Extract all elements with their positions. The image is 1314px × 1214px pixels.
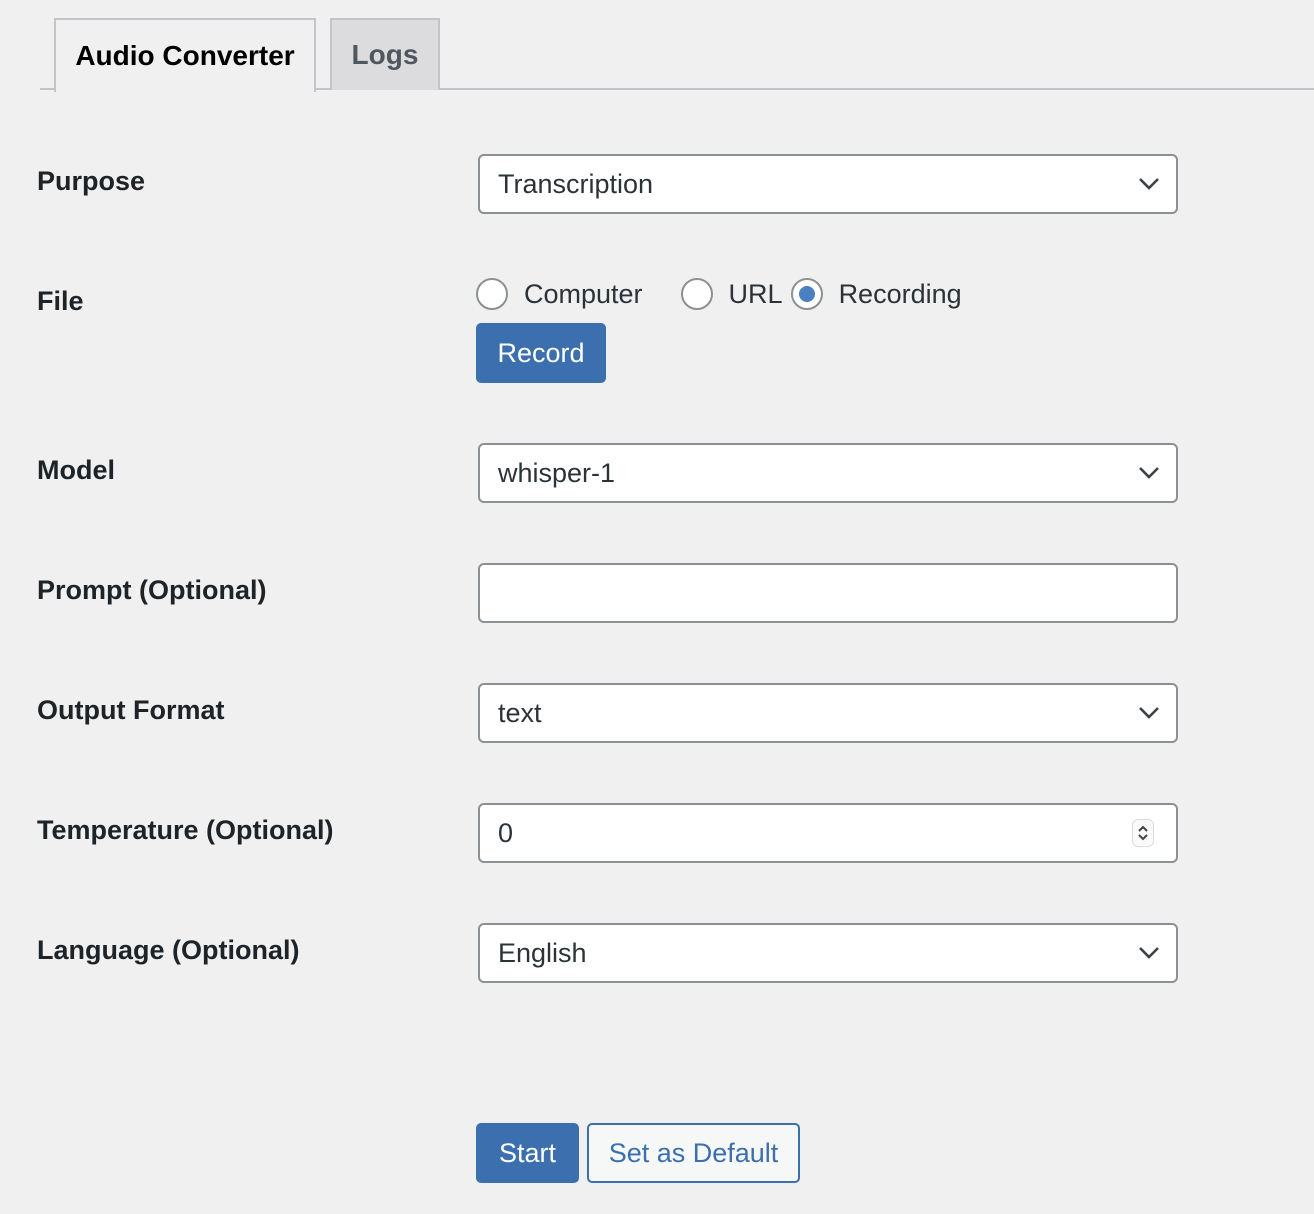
- purpose-select[interactable]: Transcription: [478, 154, 1178, 214]
- language-select[interactable]: English: [478, 923, 1178, 983]
- temperature-label: Temperature (Optional): [37, 815, 334, 845]
- chevron-down-icon: [1139, 947, 1159, 959]
- model-select-value: whisper-1: [498, 457, 616, 488]
- temperature-input-value: 0: [498, 817, 514, 848]
- prompt-input[interactable]: [478, 563, 1178, 623]
- radio-url-label[interactable]: URL: [729, 279, 783, 310]
- number-spinner[interactable]: [1132, 819, 1154, 847]
- purpose-label: Purpose: [37, 166, 146, 196]
- file-source-radio-group: Computer URL Recording: [476, 278, 962, 310]
- language-select-value: English: [498, 937, 587, 968]
- temperature-input[interactable]: 0: [478, 803, 1178, 863]
- output-format-select[interactable]: text: [478, 683, 1178, 743]
- output-format-select-value: text: [498, 697, 542, 728]
- language-label: Language (Optional): [37, 935, 300, 965]
- chevron-down-icon: [1139, 178, 1159, 190]
- start-button[interactable]: Start: [476, 1123, 579, 1183]
- record-button[interactable]: Record: [476, 323, 606, 383]
- output-format-label: Output Format: [37, 695, 225, 725]
- prompt-label: Prompt (Optional): [37, 575, 267, 605]
- tab-audio-converter[interactable]: Audio Converter: [54, 18, 316, 92]
- tab-bar: Audio Converter Logs: [40, 18, 1314, 92]
- spinner-up-icon[interactable]: [1137, 825, 1149, 833]
- radio-url[interactable]: [680, 278, 713, 310]
- radio-computer-label[interactable]: Computer: [524, 279, 643, 310]
- model-label: Model: [37, 455, 115, 485]
- chevron-down-icon: [1139, 467, 1159, 479]
- tab-logs[interactable]: Logs: [330, 18, 440, 90]
- model-select[interactable]: whisper-1: [478, 443, 1178, 503]
- radio-recording[interactable]: [790, 278, 823, 310]
- radio-recording-label[interactable]: Recording: [839, 279, 962, 310]
- purpose-select-value: Transcription: [498, 168, 654, 199]
- radio-computer[interactable]: [476, 278, 508, 310]
- chevron-down-icon: [1139, 707, 1159, 719]
- file-label: File: [37, 286, 84, 316]
- set-as-default-button[interactable]: Set as Default: [587, 1123, 800, 1183]
- spinner-down-icon[interactable]: [1137, 833, 1149, 841]
